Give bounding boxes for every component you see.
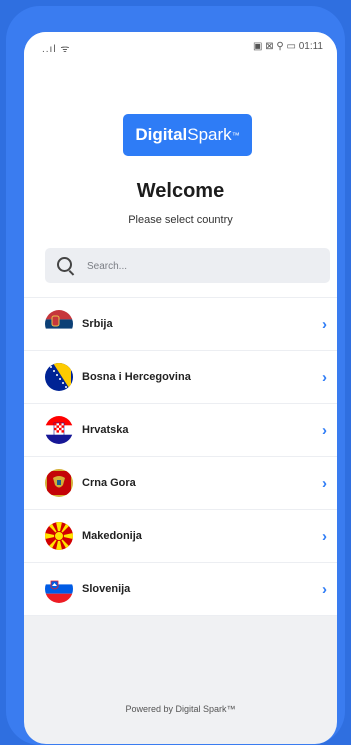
country-label: Makedonija bbox=[82, 530, 142, 542]
chevron-right-icon: › bbox=[322, 368, 327, 386]
country-label: Slovenija bbox=[82, 583, 131, 595]
chevron-right-icon: › bbox=[322, 421, 327, 439]
country-label: Hrvatska bbox=[82, 424, 129, 436]
main-panel: ..ıl ᯤ ▣ ⊠ ⚲ ▭ 01:11 Digital Spark ™ Welco… bbox=[24, 32, 337, 616]
country-item-slovenija[interactable]: Slovenija › bbox=[24, 563, 337, 616]
page-title: Welcome bbox=[136, 180, 225, 202]
logo-bold-text: Digital bbox=[135, 125, 188, 144]
phone-frame: ..ıl ᯤ ▣ ⊠ ⚲ ▭ 01:11 Digital Spark ™ Welco… bbox=[6, 6, 345, 745]
chevron-right-icon: › bbox=[322, 580, 327, 598]
montenegro-flag-icon bbox=[45, 469, 73, 497]
logo-light-text: Spark bbox=[187, 125, 232, 144]
country-item-makedonija[interactable]: Makedonija › bbox=[24, 510, 337, 563]
app-screen: ..ıl ᯤ ▣ ⊠ ⚲ ▭ 01:11 Digital Spark ™ Welco… bbox=[24, 32, 337, 744]
search-bar[interactable] bbox=[45, 248, 330, 283]
signal-wifi-icon: ..ıl ᯤ bbox=[42, 44, 71, 55]
country-label: Srbija bbox=[82, 318, 113, 330]
country-item-bosna[interactable]: Bosna i Hercegovina › bbox=[24, 351, 337, 404]
serbia-flag-icon bbox=[45, 310, 73, 338]
page-subtitle: Please select country bbox=[128, 214, 233, 226]
country-label: Bosna i Hercegovina bbox=[82, 371, 191, 383]
chevron-right-icon: › bbox=[322, 527, 327, 545]
digital-spark-logo: Digital Spark ™ bbox=[123, 114, 252, 156]
country-item-crna-gora[interactable]: Crna Gora › bbox=[24, 457, 337, 510]
chevron-right-icon: › bbox=[322, 474, 327, 492]
country-item-srbija[interactable]: Srbija › bbox=[24, 297, 337, 351]
slovenia-flag-icon bbox=[45, 575, 73, 603]
country-label: Crna Gora bbox=[82, 477, 136, 489]
search-icon bbox=[57, 257, 72, 272]
macedonia-flag-icon bbox=[45, 522, 73, 550]
country-item-hrvatska[interactable]: Hrvatska › bbox=[24, 404, 337, 457]
status-bar: ..ıl ᯤ ▣ ⊠ ⚲ ▭ 01:11 bbox=[24, 32, 337, 64]
croatia-flag-icon bbox=[45, 416, 73, 444]
country-list: Srbija › Bosna i Hercegovina › Hrvatska … bbox=[24, 297, 337, 616]
powered-by-footer: Powered by Digital Spark™ bbox=[125, 704, 236, 714]
search-input[interactable] bbox=[85, 256, 319, 276]
chevron-right-icon: › bbox=[322, 315, 327, 333]
bosnia-flag-icon bbox=[45, 363, 73, 391]
status-time: ▣ ⊠ ⚲ ▭ 01:11 bbox=[253, 41, 323, 52]
logo-tm: ™ bbox=[231, 130, 240, 140]
